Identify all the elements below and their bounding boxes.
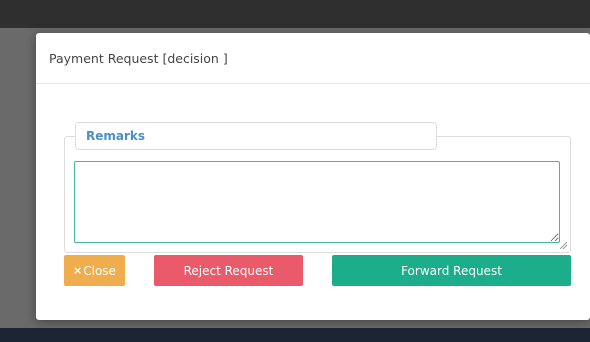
- screen: Payment Request [decision ] Remarks × Cl…: [0, 0, 590, 342]
- x-icon: ×: [73, 264, 83, 277]
- modal-title: Payment Request [decision ]: [49, 50, 228, 66]
- resize-grip-icon[interactable]: [559, 241, 567, 249]
- forward-request-button[interactable]: Forward Request: [332, 255, 571, 286]
- reject-request-label: Reject Request: [183, 263, 274, 278]
- remarks-panel: Remarks: [64, 122, 571, 253]
- payment-request-modal: Payment Request [decision ] Remarks × Cl…: [36, 33, 590, 320]
- remarks-legend: Remarks: [75, 122, 437, 150]
- close-button[interactable]: × Close: [64, 255, 125, 286]
- forward-request-label: Forward Request: [401, 263, 502, 278]
- background-topbar: [0, 0, 590, 28]
- remarks-textarea[interactable]: [74, 161, 560, 243]
- remarks-label: Remarks: [86, 129, 146, 143]
- close-button-label: Close: [83, 263, 116, 278]
- reject-request-button[interactable]: Reject Request: [154, 255, 303, 286]
- background-bottombar: [0, 328, 590, 342]
- modal-header: Payment Request [decision ]: [36, 33, 590, 84]
